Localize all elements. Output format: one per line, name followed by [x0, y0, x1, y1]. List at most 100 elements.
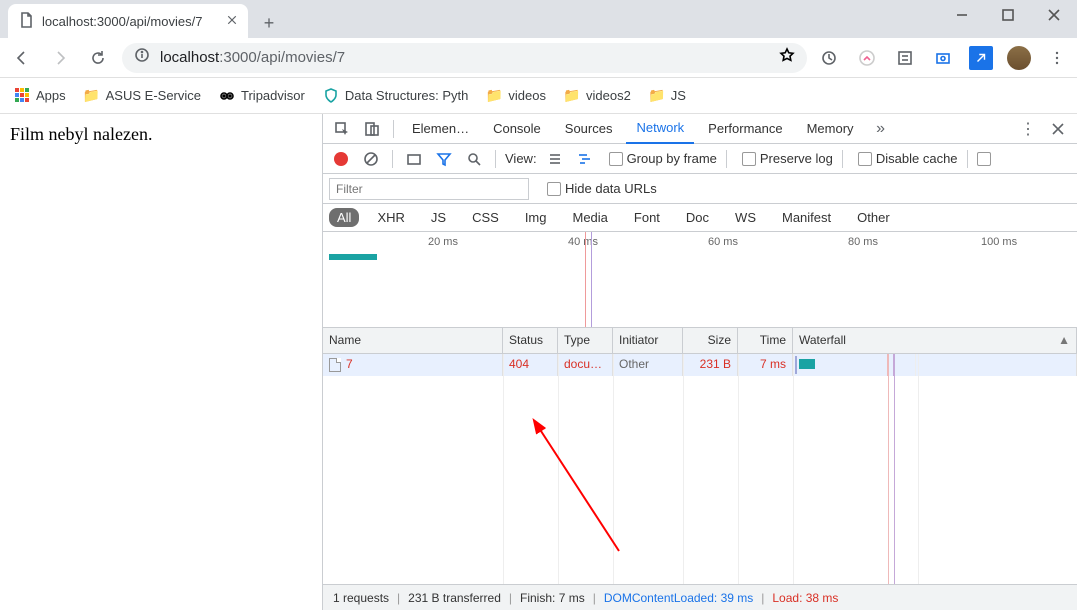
- profile-avatar[interactable]: [1007, 46, 1031, 70]
- omnibox[interactable]: localhost:3000/api/movies/7: [122, 43, 807, 73]
- search-icon[interactable]: [462, 147, 486, 171]
- back-button[interactable]: [8, 44, 36, 72]
- devtools-menu-button[interactable]: ⋮: [1015, 116, 1041, 142]
- bookmark-datastructures[interactable]: Data Structures: Pyth: [323, 88, 469, 104]
- tab-close-button[interactable]: [226, 13, 238, 29]
- more-tabs-button[interactable]: »: [868, 116, 894, 142]
- tab-network[interactable]: Network: [626, 114, 694, 144]
- col-header-waterfall[interactable]: Waterfall▲: [793, 328, 1077, 353]
- group-by-frame-checkbox[interactable]: Group by frame: [609, 151, 717, 166]
- extension-eraser-icon[interactable]: [855, 46, 879, 70]
- tab-performance[interactable]: Performance: [698, 114, 792, 144]
- disable-cache-checkbox[interactable]: Disable cache: [858, 151, 958, 166]
- tab-sources[interactable]: Sources: [555, 114, 623, 144]
- new-tab-button[interactable]: +: [254, 8, 284, 38]
- network-timeline[interactable]: 20 ms 40 ms 60 ms 80 ms 100 ms: [323, 232, 1077, 328]
- type-filter-img[interactable]: Img: [517, 208, 555, 227]
- bookmark-tripadvisor[interactable]: Tripadvisor: [219, 88, 305, 104]
- hide-data-urls-checkbox[interactable]: Hide data URLs: [547, 181, 657, 196]
- type-filter-media[interactable]: Media: [564, 208, 615, 227]
- record-button[interactable]: [329, 147, 353, 171]
- bookmark-js[interactable]: 📁 JS: [649, 88, 686, 104]
- type-filter-other[interactable]: Other: [849, 208, 898, 227]
- timeline-tick: 60 ms: [708, 236, 738, 248]
- bookmark-label: videos: [508, 88, 546, 103]
- type-filter-css[interactable]: CSS: [464, 208, 507, 227]
- bookmark-star-icon[interactable]: [779, 47, 795, 68]
- filter-input[interactable]: [329, 178, 529, 200]
- bookmarks-bar: Apps 📁 ASUS E-Service Tripadvisor Data S…: [0, 78, 1077, 114]
- bookmark-label: Data Structures: Pyth: [345, 88, 469, 103]
- extension-screenshot-icon[interactable]: [931, 46, 955, 70]
- window-close[interactable]: [1031, 0, 1077, 30]
- url-text: localhost:3000/api/movies/7: [160, 49, 345, 66]
- type-filter-font[interactable]: Font: [626, 208, 668, 227]
- devtools-tabs: Elemen… Console Sources Network Performa…: [323, 114, 1077, 144]
- forward-button[interactable]: [46, 44, 74, 72]
- tab-memory[interactable]: Memory: [797, 114, 864, 144]
- apps-grid-icon: [14, 88, 30, 104]
- network-toolbar: View: Group by frame Preserve log Disabl…: [323, 144, 1077, 174]
- timeline-tick: 80 ms: [848, 236, 878, 248]
- preserve-log-checkbox[interactable]: Preserve log: [742, 151, 833, 166]
- col-header-name[interactable]: Name: [323, 328, 503, 353]
- timeline-domcontent-marker: [591, 232, 592, 327]
- device-toggle-icon[interactable]: [359, 116, 385, 142]
- network-status-bar: 1 requests | 231 B transferred | Finish:…: [323, 584, 1077, 610]
- screenshot-capture-icon[interactable]: [402, 147, 426, 171]
- apps-label: Apps: [36, 88, 66, 103]
- folder-icon: 📁: [649, 88, 665, 104]
- table-row[interactable]: 7 404 docu… Other 231 B 7 ms: [323, 354, 1077, 376]
- type-filter-xhr[interactable]: XHR: [369, 208, 412, 227]
- site-info-icon[interactable]: [134, 47, 150, 68]
- folder-icon: 📁: [84, 88, 100, 104]
- devtools-panel: Elemen… Console Sources Network Performa…: [322, 114, 1077, 610]
- large-rows-icon[interactable]: [543, 147, 567, 171]
- tab-strip: localhost:3000/api/movies/7 +: [0, 0, 1077, 38]
- bookmark-asus[interactable]: 📁 ASUS E-Service: [84, 88, 201, 104]
- status-domcontent: DOMContentLoaded: 39 ms: [604, 591, 753, 605]
- inspect-element-icon[interactable]: [329, 116, 355, 142]
- type-filter-doc[interactable]: Doc: [678, 208, 717, 227]
- bookmark-videos[interactable]: 📁 videos: [486, 88, 546, 104]
- type-filter-ws[interactable]: WS: [727, 208, 764, 227]
- network-table: Name Status Type Initiator Size Time Wat…: [323, 328, 1077, 584]
- col-header-initiator[interactable]: Initiator: [613, 328, 683, 353]
- window-maximize[interactable]: [985, 0, 1031, 30]
- apps-shortcut[interactable]: Apps: [14, 88, 66, 104]
- extension-clock-icon[interactable]: [817, 46, 841, 70]
- devtools-close-button[interactable]: [1045, 116, 1071, 142]
- type-filter-all[interactable]: All: [329, 208, 359, 227]
- view-label: View:: [505, 151, 537, 166]
- tab-console[interactable]: Console: [483, 114, 551, 144]
- col-header-time[interactable]: Time: [738, 328, 793, 353]
- waterfall-start: [795, 356, 797, 374]
- tab-title: localhost:3000/api/movies/7: [42, 14, 218, 29]
- bookmark-label: JS: [671, 88, 686, 103]
- type-filter-manifest[interactable]: Manifest: [774, 208, 839, 227]
- col-header-status[interactable]: Status: [503, 328, 558, 353]
- type-filter-row: All XHR JS CSS Img Media Font Doc WS Man…: [323, 204, 1077, 232]
- waterfall-view-icon[interactable]: [573, 147, 597, 171]
- file-icon: [18, 12, 34, 31]
- extension-checklist-icon[interactable]: [893, 46, 917, 70]
- owl-icon: [219, 88, 235, 104]
- browser-tab[interactable]: localhost:3000/api/movies/7: [8, 4, 248, 38]
- table-header: Name Status Type Initiator Size Time Wat…: [323, 328, 1077, 354]
- url-bar: localhost:3000/api/movies/7: [0, 38, 1077, 78]
- tab-elements[interactable]: Elemen…: [402, 114, 479, 144]
- status-requests: 1 requests: [333, 591, 389, 605]
- browser-menu-button[interactable]: [1045, 46, 1069, 70]
- filter-toggle-icon[interactable]: [432, 147, 456, 171]
- col-header-type[interactable]: Type: [558, 328, 613, 353]
- bookmark-label: ASUS E-Service: [106, 88, 201, 103]
- extension-arrow-icon[interactable]: [969, 46, 993, 70]
- window-minimize[interactable]: [939, 0, 985, 30]
- col-header-size[interactable]: Size: [683, 328, 738, 353]
- bookmark-videos2[interactable]: 📁 videos2: [564, 88, 631, 104]
- reload-button[interactable]: [84, 44, 112, 72]
- timeline-tick: 20 ms: [428, 236, 458, 248]
- type-filter-js[interactable]: JS: [423, 208, 454, 227]
- clear-button[interactable]: [359, 147, 383, 171]
- offline-checkbox[interactable]: [977, 152, 991, 166]
